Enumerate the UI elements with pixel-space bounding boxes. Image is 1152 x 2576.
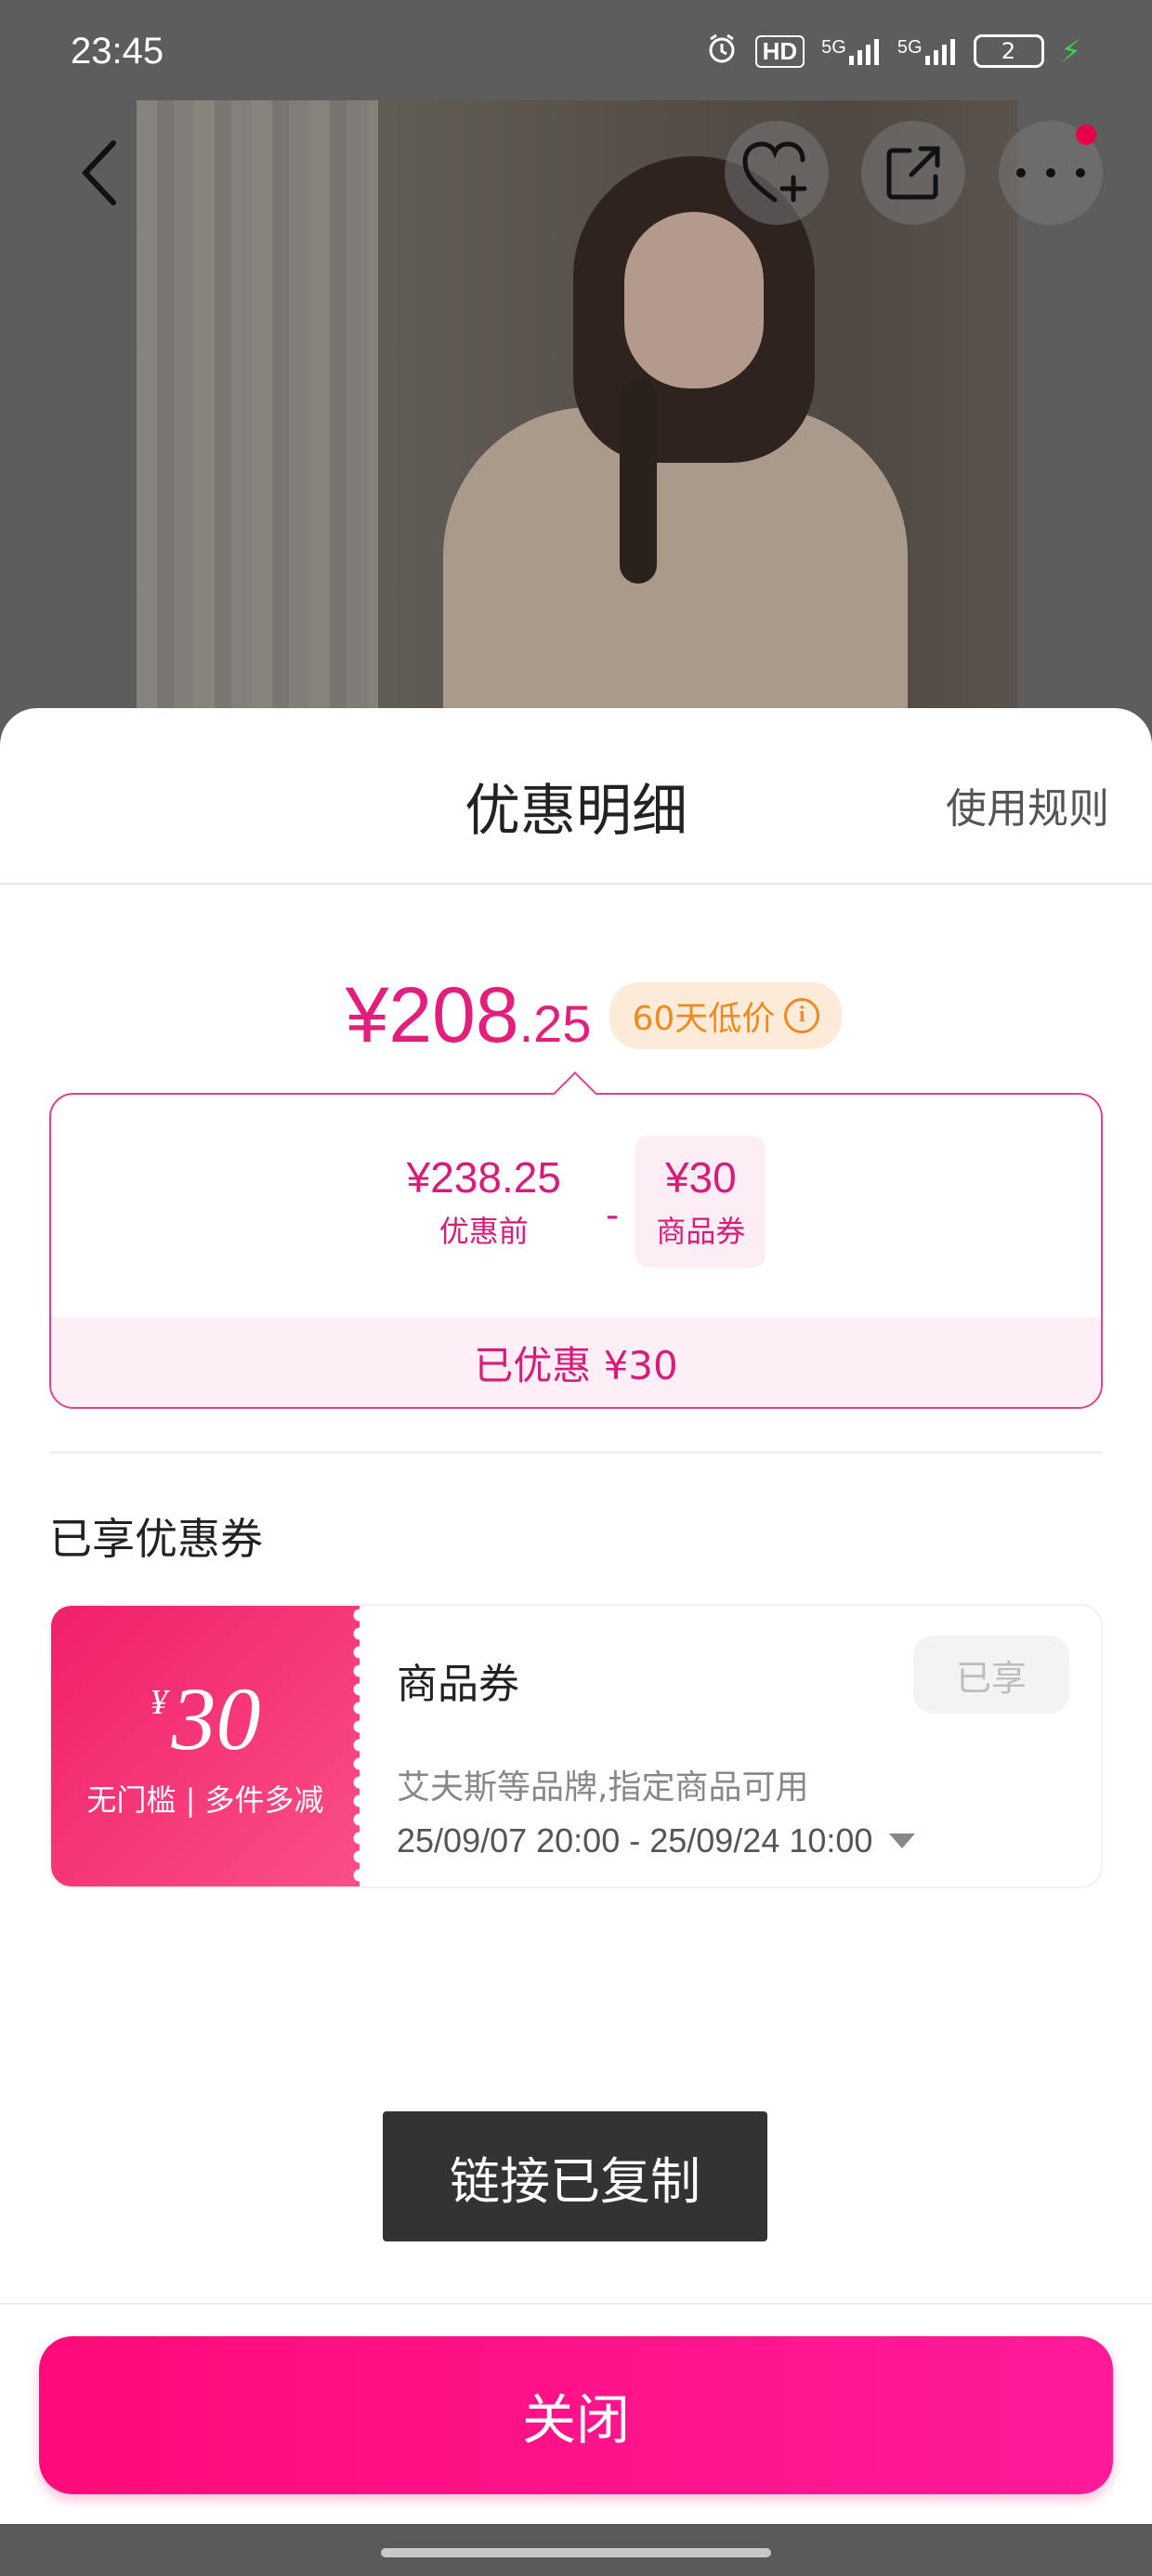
final-price: ¥208 .25 <box>346 970 592 1060</box>
caret-down-icon[interactable] <box>889 1833 916 1848</box>
section-divider <box>49 1452 1103 1453</box>
original-price-item: ¥238.25 优惠前 <box>386 1136 582 1268</box>
signal-5g-icon: 5G <box>821 37 881 65</box>
usage-rules-link[interactable]: 使用规则 <box>946 775 1109 835</box>
status-icons: HD 5G 5G 2 ⚡ <box>705 32 1081 72</box>
info-icon[interactable]: i <box>784 997 820 1033</box>
heart-plus-icon <box>742 141 807 203</box>
original-price-amount: ¥238.25 <box>406 1153 561 1202</box>
product-photo-area: 23:45 HD 5G 5G 2 ⚡ <box>0 0 1152 743</box>
coupon-deduction-item: ¥30 商品券 <box>635 1136 766 1268</box>
hd-icon: HD <box>754 34 805 68</box>
share-button[interactable] <box>861 121 965 225</box>
back-button[interactable] <box>48 121 152 225</box>
coupon-deduction-label: 商品券 <box>656 1214 746 1249</box>
signal-5g-2-icon: 5G <box>897 37 957 65</box>
final-price-main: ¥208 <box>345 971 519 1058</box>
system-nav-bar <box>0 2524 1152 2576</box>
battery-icon: 2 <box>973 34 1044 68</box>
model-braid <box>620 379 657 584</box>
signal-5g-label: 5G <box>821 37 846 58</box>
enjoyed-coupons-title: 已享优惠券 <box>49 1514 263 1564</box>
coupon-description: 艾夫斯等品牌,指定商品可用 <box>397 1768 809 1807</box>
final-price-row: ¥208 .25 60天低价 i <box>0 970 1152 1060</box>
chevron-left-icon <box>81 140 116 205</box>
coupon-deduction-amount: ¥30 <box>664 1153 737 1202</box>
saved-amount: 已优惠 ¥30 <box>51 1318 1101 1407</box>
coupon-name: 商品券 <box>397 1661 519 1708</box>
low-price-label: 60天低价 <box>632 999 776 1038</box>
link-copied-toast: 链接已复制 <box>383 2111 767 2241</box>
minus-sign: - <box>605 1194 620 1237</box>
share-icon <box>886 146 940 200</box>
original-price-label: 优惠前 <box>439 1214 529 1249</box>
coupon-perforation <box>350 1606 369 1886</box>
home-indicator[interactable] <box>381 2548 771 2557</box>
breakdown-items: ¥238.25 优惠前 - ¥30 商品券 <box>51 1136 1101 1268</box>
low-price-badge[interactable]: 60天低价 i <box>609 981 843 1049</box>
more-dots-icon <box>1016 168 1085 177</box>
status-bar: 23:45 HD 5G 5G 2 ⚡ <box>0 0 1152 102</box>
close-button[interactable]: 关闭 <box>39 2336 1113 2494</box>
price-breakdown-box: ¥238.25 优惠前 - ¥30 商品券 已优惠 ¥30 <box>49 1093 1103 1409</box>
coupon-card[interactable]: ¥ 30 无门槛 | 多件多减 商品券 已享 艾夫斯等品牌,指定商品可用 25/… <box>49 1604 1103 1888</box>
coupon-validity-text: 25/09/07 20:00 - 25/09/24 10:00 <box>397 1821 873 1860</box>
coupon-value-panel: ¥ 30 无门槛 | 多件多减 <box>51 1606 369 1886</box>
sheet-header: 优惠明细 使用规则 <box>0 708 1152 885</box>
coupon-validity[interactable]: 25/09/07 20:00 - 25/09/24 10:00 <box>397 1821 916 1860</box>
coupon-currency: ¥ <box>150 1683 168 1722</box>
discount-detail-sheet: 优惠明细 使用规则 ¥208 .25 60天低价 i ¥238.25 优惠前 -… <box>0 708 1152 2524</box>
footer-divider <box>0 2303 1152 2305</box>
signal-5g-2-label: 5G <box>897 37 923 58</box>
coupon-status-button: 已享 <box>913 1636 1069 1714</box>
curtain-background <box>137 100 378 743</box>
status-time: 23:45 <box>71 30 164 72</box>
coupon-condition: 无门槛 | 多件多减 <box>86 1782 324 1818</box>
coupon-value: ¥ 30 <box>51 1675 360 1764</box>
final-price-decimal: .25 <box>518 994 592 1053</box>
favorite-button[interactable] <box>725 121 829 225</box>
coupon-amount: 30 <box>171 1669 261 1768</box>
model-face <box>624 212 764 388</box>
charging-icon: ⚡ <box>1060 33 1081 69</box>
notification-dot <box>1076 125 1096 145</box>
alarm-icon <box>705 32 739 72</box>
